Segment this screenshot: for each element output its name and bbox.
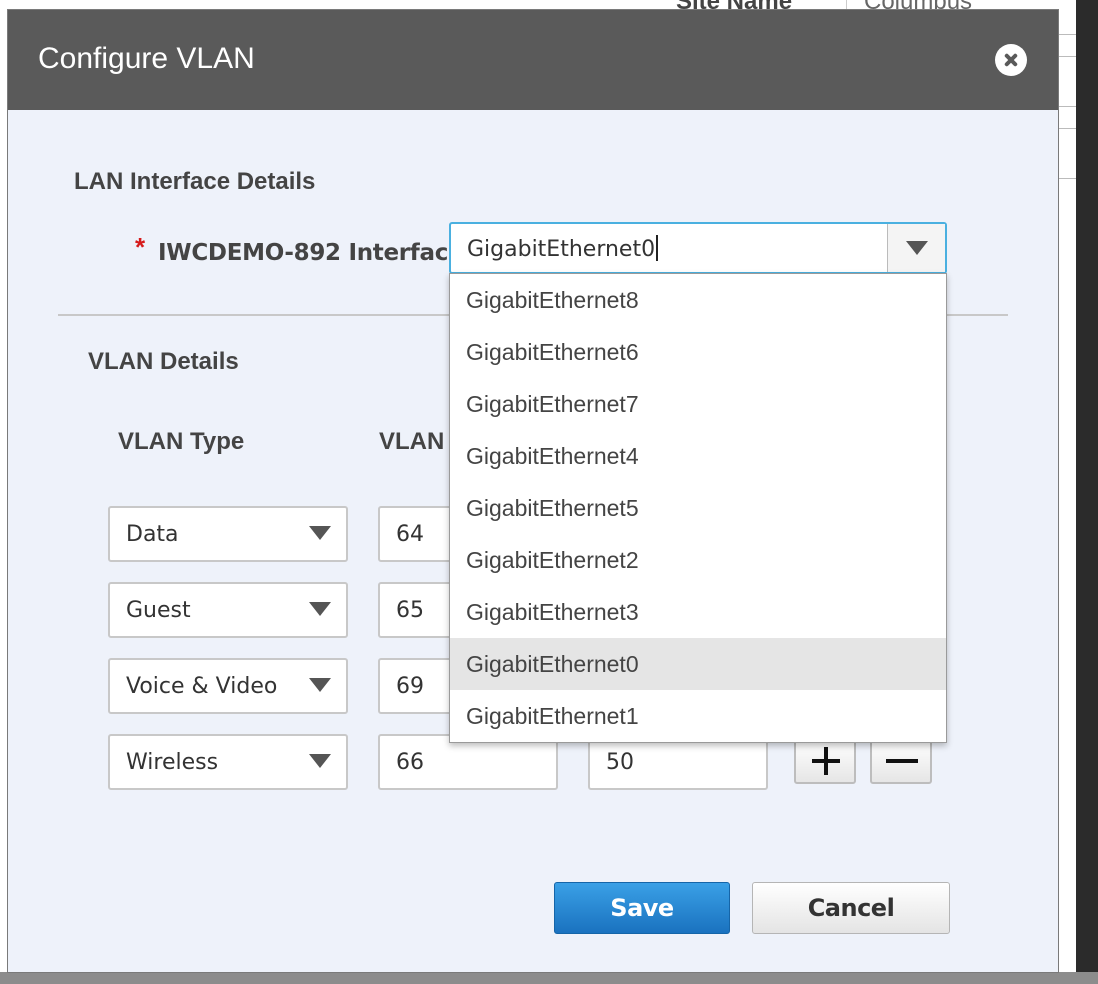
background-window-edge — [1076, 0, 1098, 984]
dropdown-option-label: GigabitEthernet0 — [466, 651, 639, 677]
vlan-id-value: 65 — [396, 598, 424, 623]
triangle-down-icon — [309, 678, 331, 692]
interface-input[interactable]: GigabitEthernet0 — [467, 235, 659, 262]
background-row-line — [1058, 106, 1078, 107]
close-icon[interactable] — [995, 44, 1027, 76]
dropdown-option[interactable]: GigabitEthernet8 — [450, 274, 946, 326]
dropdown-option-label: GigabitEthernet4 — [466, 443, 639, 469]
interface-dropdown-button[interactable] — [887, 224, 945, 272]
background-row-line — [1058, 178, 1078, 179]
dropdown-option-label: GigabitEthernet2 — [466, 547, 639, 573]
triangle-down-icon — [906, 241, 928, 255]
dropdown-option[interactable]: GigabitEthernet6 — [450, 326, 946, 378]
dropdown-option-label: GigabitEthernet1 — [466, 703, 639, 729]
background-overlay-bottom — [0, 972, 1098, 984]
triangle-down-icon — [309, 602, 331, 616]
vlan-type-value: Voice & Video — [126, 674, 278, 699]
interface-dropdown-list: GigabitEthernet8 GigabitEthernet6 Gigabi… — [449, 273, 947, 743]
vlan-value: 50 — [606, 750, 634, 775]
dropdown-option-label: GigabitEthernet6 — [466, 339, 639, 365]
add-row-button[interactable] — [794, 738, 856, 784]
background-row-line — [1058, 128, 1078, 129]
text-cursor — [656, 235, 659, 261]
vlan-details-section-title: VLAN Details — [88, 348, 239, 375]
column-header-vlan: VLAN — [379, 428, 445, 455]
interface-label: IWCDEMO-892 Interface — [158, 240, 464, 266]
vlan-type-select[interactable]: Data — [108, 506, 348, 562]
background-row-line — [1058, 56, 1078, 57]
triangle-down-icon — [309, 754, 331, 768]
remove-row-button[interactable] — [870, 738, 932, 784]
background-divider — [846, 0, 847, 10]
dropdown-option-label: GigabitEthernet8 — [466, 287, 639, 313]
vlan-type-value: Wireless — [126, 750, 219, 775]
save-button[interactable]: Save — [554, 882, 730, 934]
dropdown-option[interactable]: GigabitEthernet7 — [450, 378, 946, 430]
vlan-id-value: 69 — [396, 674, 424, 699]
dropdown-option[interactable]: GigabitEthernet4 — [450, 430, 946, 482]
column-header-vlan-type: VLAN Type — [118, 428, 245, 455]
dialog-header: Configure VLAN — [8, 10, 1058, 110]
vlan-type-select[interactable]: Voice & Video — [108, 658, 348, 714]
dropdown-option[interactable]: GigabitEthernet2 — [450, 534, 946, 586]
lan-interface-section-title: LAN Interface Details — [74, 168, 316, 195]
vlan-id-value: 64 — [396, 522, 424, 547]
dropdown-option-highlighted[interactable]: GigabitEthernet0 — [450, 638, 946, 690]
vlan-type-value: Guest — [126, 598, 191, 623]
dialog-title: Configure VLAN — [38, 42, 255, 75]
vlan-type-select[interactable]: Guest — [108, 582, 348, 638]
background-row-line — [1058, 34, 1078, 35]
vlan-type-select[interactable]: Wireless — [108, 734, 348, 790]
vlan-type-value: Data — [126, 522, 179, 547]
interface-value: GigabitEthernet0 — [467, 237, 656, 262]
configure-vlan-dialog: Configure VLAN LAN Interface Details * I… — [8, 10, 1058, 972]
cancel-button[interactable]: Cancel — [752, 882, 950, 934]
dropdown-option[interactable]: GigabitEthernet5 — [450, 482, 946, 534]
dropdown-option-label: GigabitEthernet3 — [466, 599, 639, 625]
background-right-strip — [1064, 0, 1076, 984]
dropdown-option[interactable]: GigabitEthernet3 — [450, 586, 946, 638]
required-marker: * — [135, 232, 146, 262]
dropdown-option-label: GigabitEthernet5 — [466, 495, 639, 521]
dropdown-option-label: GigabitEthernet7 — [466, 391, 639, 417]
dropdown-option[interactable]: GigabitEthernet1 — [450, 690, 946, 742]
interface-combobox[interactable]: GigabitEthernet0 — [449, 222, 947, 274]
vlan-id-value: 66 — [396, 750, 424, 775]
triangle-down-icon — [309, 526, 331, 540]
